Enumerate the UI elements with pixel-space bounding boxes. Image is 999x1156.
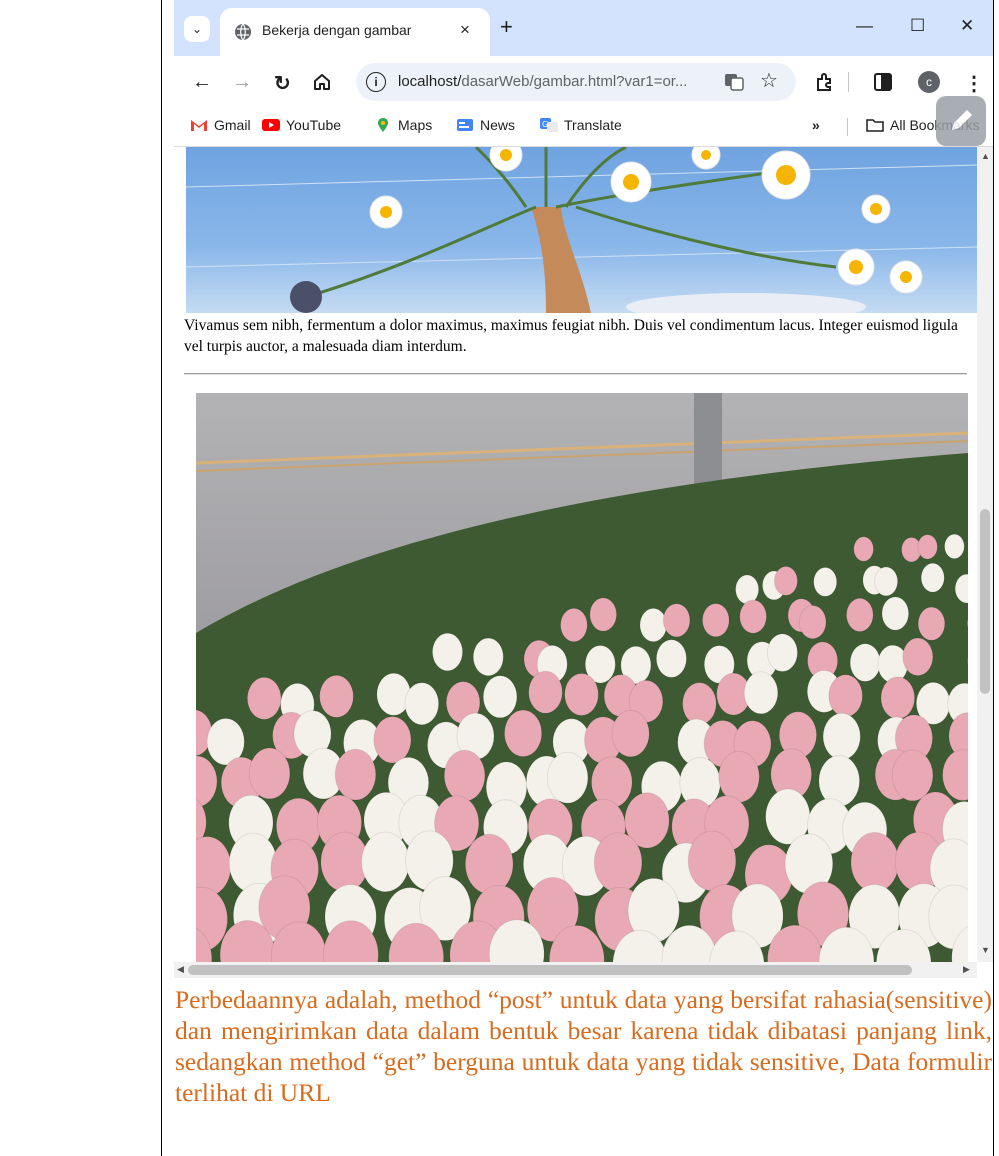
daisy-bouquet-illustration (186, 147, 977, 313)
folder-icon (866, 119, 884, 132)
site-info-icon[interactable]: i (366, 72, 386, 92)
horizontal-rule (184, 373, 967, 375)
address-bar[interactable]: i localhost/dasarWeb/gambar.html?var1=or… (356, 63, 796, 101)
browser-window: ⌄ Bekerja dengan gambar × + — ☐ ✕ ← → ↻ … (174, 0, 993, 980)
profile-avatar[interactable]: c (918, 71, 940, 93)
table-border-left (161, 0, 162, 1156)
chevron-down-icon: ⌄ (191, 22, 203, 36)
horizontal-scrollbar[interactable]: ◀ ▶ (174, 962, 977, 978)
window-close-icon[interactable]: ✕ (960, 16, 974, 36)
maximize-icon[interactable]: ☐ (910, 16, 925, 36)
new-tab-button[interactable]: + (500, 14, 513, 40)
scroll-right-arrow-icon[interactable]: ▶ (963, 964, 970, 975)
reload-icon[interactable]: ↻ (274, 71, 291, 96)
daisy-bouquet-image (186, 147, 977, 313)
more-menu-icon[interactable]: ⋮ (964, 71, 984, 96)
scroll-up-arrow-icon[interactable]: ▲ (981, 151, 990, 161)
bookmark-news[interactable]: News (456, 117, 515, 133)
home-icon[interactable] (312, 72, 332, 92)
translate-icon: G (540, 118, 558, 132)
side-panel-icon[interactable] (874, 73, 892, 91)
table-border-right (993, 0, 994, 1156)
navigation-toolbar: ← → ↻ i localhost/dasarWeb/gambar.html?v… (174, 56, 993, 108)
translate-page-icon[interactable] (724, 71, 744, 91)
scroll-down-arrow-icon[interactable]: ▼ (981, 945, 990, 955)
tab-strip: ⌄ Bekerja dengan gambar × + — ☐ ✕ (174, 0, 993, 56)
active-tab[interactable]: Bekerja dengan gambar × (220, 8, 490, 56)
bookmark-gmail[interactable]: Gmail (190, 117, 251, 133)
back-arrow-icon[interactable]: ← (192, 71, 212, 94)
edit-pencil-button[interactable] (936, 96, 986, 146)
maps-icon (378, 118, 388, 132)
globe-icon (235, 23, 251, 41)
minimize-icon[interactable]: — (856, 16, 873, 36)
tab-title: Bekerja dengan gambar (262, 22, 412, 38)
gmail-icon (191, 120, 207, 131)
horizontal-scroll-thumb[interactable] (188, 965, 912, 975)
bookmark-star-icon[interactable]: ☆ (760, 68, 778, 93)
bookmark-maps[interactable]: Maps (374, 117, 432, 133)
tulip-field-illustration (196, 393, 968, 962)
url-text: localhost/dasarWeb/gambar.html?var1=or..… (398, 73, 688, 90)
body-paragraph: Vivamus sem nibh, fermentum a dolor maxi… (184, 317, 958, 355)
close-tab-icon[interactable]: × (460, 20, 470, 40)
tulip-field-image (196, 393, 968, 962)
toolbar-divider (848, 72, 849, 92)
pencil-icon (952, 110, 972, 130)
news-icon (457, 119, 473, 131)
forward-arrow-icon[interactable]: → (232, 71, 252, 94)
page-content: Vivamus sem nibh, fermentum a dolor maxi… (174, 147, 977, 962)
bookmarks-bar: Gmail YouTube Maps News G Translate » All… (174, 108, 993, 147)
vertical-scroll-thumb[interactable] (980, 509, 990, 694)
bookmarks-overflow-button[interactable]: » (812, 117, 820, 133)
youtube-icon (262, 119, 280, 131)
tab-search-button[interactable]: ⌄ (184, 16, 210, 42)
bookmark-youtube[interactable]: YouTube (262, 117, 341, 133)
answer-text: Perbedaannya adalah, method “post” untuk… (175, 985, 992, 1107)
extensions-icon[interactable] (814, 72, 834, 92)
bookmarks-divider (847, 118, 848, 136)
vertical-scrollbar[interactable]: ▲ ▼ (977, 147, 993, 962)
bookmark-translate[interactable]: G Translate (540, 117, 622, 133)
scroll-left-arrow-icon[interactable]: ◀ (177, 964, 184, 975)
svg-text:G: G (542, 120, 548, 129)
